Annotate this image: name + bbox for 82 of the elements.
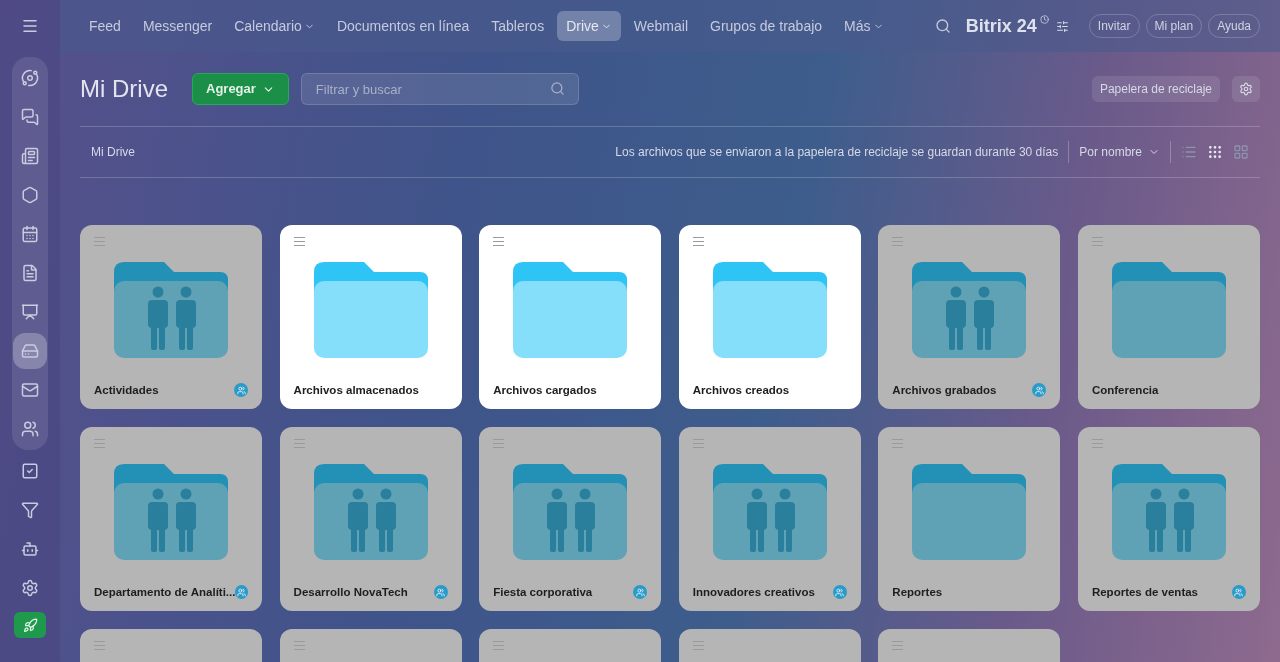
folder-card[interactable]: Fiesta corporativa <box>479 427 662 611</box>
drag-handle-icon[interactable] <box>293 439 305 448</box>
folder-name: Conferencia <box>1091 382 1159 398</box>
rocket-icon <box>22 617 38 633</box>
nav-tab[interactable]: Más <box>835 11 893 41</box>
page-title: Mi Drive <box>80 74 168 104</box>
tiles-view-icon[interactable] <box>1233 144 1249 160</box>
folder-card[interactable]: Innovadores creativos <box>678 427 861 611</box>
folder-card[interactable]: Reportes <box>878 427 1061 611</box>
folder-name: Innovadores creativos <box>692 584 815 600</box>
drag-handle-icon[interactable] <box>293 641 305 650</box>
drag-handle-icon[interactable] <box>94 641 105 650</box>
folder-name: Actividades <box>94 382 159 398</box>
folder-icon <box>912 464 1027 560</box>
folder-icon <box>313 262 428 358</box>
folder-card[interactable]: Conferencia <box>1077 225 1260 409</box>
shared-folder-icon <box>712 464 827 560</box>
search-icon[interactable] <box>549 81 565 96</box>
shared-folder-icon <box>313 464 428 560</box>
breadcrumb[interactable]: Mi Drive <box>91 143 135 161</box>
shared-folder-icon <box>114 464 229 560</box>
rocket-button[interactable] <box>14 612 46 638</box>
sort-dropdown[interactable]: Por nombre <box>1079 143 1160 161</box>
folder-name: Reportes de ventas <box>1091 584 1198 600</box>
folder-icon <box>712 262 827 358</box>
search-icon[interactable] <box>934 18 951 34</box>
drag-handle-icon[interactable] <box>1091 237 1103 246</box>
folder-icon <box>1111 262 1226 358</box>
nav-tab[interactable]: Drive <box>557 11 621 41</box>
folder-card[interactable]: Departamento de Analíti... <box>80 427 263 611</box>
settings-icon <box>1239 82 1253 96</box>
folder-card[interactable]: Desarrollo NovaTech <box>279 427 462 611</box>
settings-button[interactable] <box>1232 76 1260 102</box>
list-view-icon[interactable] <box>1181 144 1197 160</box>
drag-handle-icon[interactable] <box>1091 439 1103 448</box>
nav-tab[interactable]: Feed <box>80 11 130 41</box>
nav-tab[interactable]: Calendario <box>225 11 324 41</box>
trash-notice: Los archivos que se enviaron a la papelera de reciclaje se guardan durante 30 días <box>615 144 1059 161</box>
shared-folder-icon <box>912 262 1027 358</box>
sliders-icon[interactable] <box>1055 19 1069 33</box>
drag-handle-icon[interactable] <box>493 237 505 246</box>
drag-handle-icon[interactable] <box>293 237 305 246</box>
folder-name: Desarrollo NovaTech <box>293 584 408 600</box>
folder-name: Archivos creados <box>692 382 790 398</box>
drag-handle-icon[interactable] <box>892 237 904 246</box>
folder-name: Fiesta corporativa <box>493 584 593 600</box>
clock-icon <box>1039 14 1049 24</box>
drag-handle-icon[interactable] <box>892 641 904 650</box>
drag-handle-icon[interactable] <box>94 439 105 448</box>
drag-handle-icon[interactable] <box>94 237 105 246</box>
folder-card[interactable]: Reportes de ventas <box>1077 427 1260 611</box>
shared-folder-icon <box>1111 464 1226 560</box>
folder-card[interactable]: Archivos almacenados <box>279 225 462 409</box>
shared-folder-icon <box>114 262 229 358</box>
folder-icon <box>513 262 628 358</box>
drag-handle-icon[interactable] <box>493 439 505 448</box>
folder-card[interactable]: Archivos cargados <box>479 225 662 409</box>
drag-handle-icon[interactable] <box>692 439 704 448</box>
folder-card[interactable]: Archivos grabados <box>878 225 1061 409</box>
add-button[interactable]: Agregar <box>192 73 289 105</box>
folder-name: Reportes <box>892 584 943 600</box>
folder-name: Archivos cargados <box>493 382 597 398</box>
nav-tab[interactable]: Grupos de trabajo <box>701 11 832 41</box>
folder-name: Archivos almacenados <box>293 382 419 398</box>
drive-icon[interactable] <box>13 333 47 369</box>
drag-handle-icon[interactable] <box>692 641 704 650</box>
shared-folder-icon <box>513 464 628 560</box>
folder-name: Archivos grabados <box>892 382 997 398</box>
nav-tab[interactable]: Tableros <box>482 11 554 41</box>
menu-icon[interactable] <box>21 17 39 35</box>
brand-logo: Bitrix 24 <box>965 14 1037 38</box>
drag-handle-icon[interactable] <box>892 439 904 448</box>
nav-tab[interactable]: Messenger <box>133 11 222 41</box>
grid-view-icon[interactable] <box>1207 144 1223 160</box>
trash-button[interactable]: Papelera de reciclaje <box>1091 76 1220 102</box>
nav-tab[interactable]: Webmail <box>624 11 697 41</box>
folder-name: Departamento de Analíti... <box>94 584 236 600</box>
drag-handle-icon[interactable] <box>493 641 505 650</box>
folder-card[interactable]: Actividades <box>80 225 263 409</box>
nav-tab[interactable]: Documentos en línea <box>327 11 479 41</box>
folder-card[interactable]: Archivos creados <box>678 225 861 409</box>
drag-handle-icon[interactable] <box>692 237 704 246</box>
